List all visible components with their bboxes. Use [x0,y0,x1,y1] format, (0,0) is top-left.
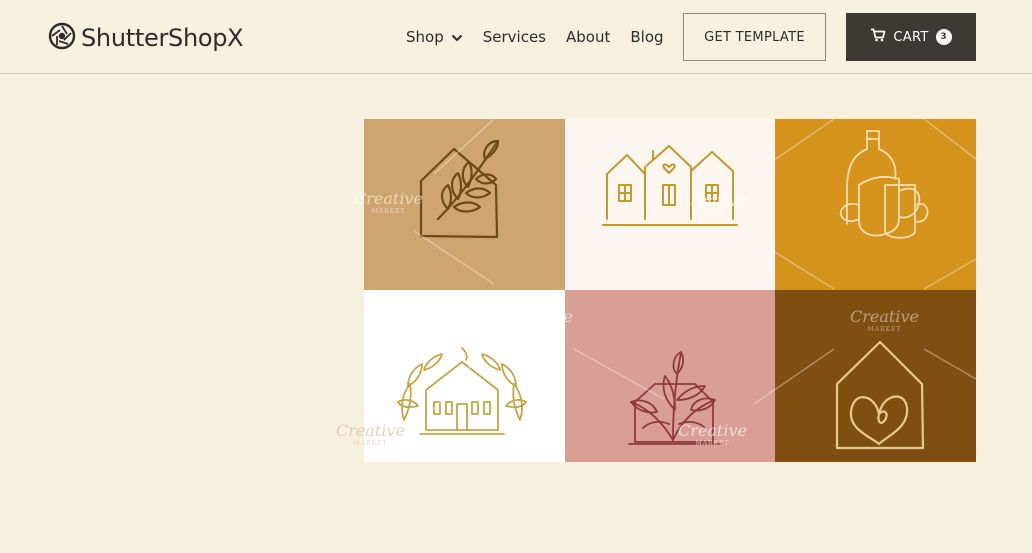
nav-item-label: About [566,28,611,46]
get-template-button[interactable]: GET TEMPLATE [683,13,826,61]
watermark-text: Creative MARKET [354,189,423,215]
watermark-text: Creative MARKET [678,421,747,447]
camera-aperture-icon [48,22,76,54]
watermark-text: Creative MARKET [504,307,573,333]
watermark-text: Creative MARKET [336,421,405,447]
nav-item-shop[interactable]: Shop [406,28,463,46]
nav-item-label: Blog [630,28,664,46]
shopping-cart-icon [870,28,886,46]
cart-label: CART [893,29,929,45]
site-header: ShutterShopX Shop Services About Blog GE… [0,0,1032,74]
nav-item-about[interactable]: About [566,28,610,46]
brand-logo[interactable]: ShutterShopX [48,22,244,54]
nav-item-label: Services [482,28,546,46]
brand-name: ShutterShopX [81,24,244,52]
chevron-down-icon [451,28,463,46]
nav-item-blog[interactable]: Blog [630,28,663,46]
watermark-lines [413,119,976,410]
nav-item-label: Shop [406,28,444,46]
nav-item-services[interactable]: Services [483,28,546,46]
watermark-text: Creative MARKET [678,191,747,217]
cart-button[interactable]: CART 3 [846,13,976,61]
main-nav: Shop Services About Blog [406,28,684,46]
cart-count-badge: 3 [935,29,952,45]
watermark-text: Creative MARKET [850,307,919,333]
logo-gallery-image: Creative MARKET Creative MARKET Creative… [336,119,976,462]
